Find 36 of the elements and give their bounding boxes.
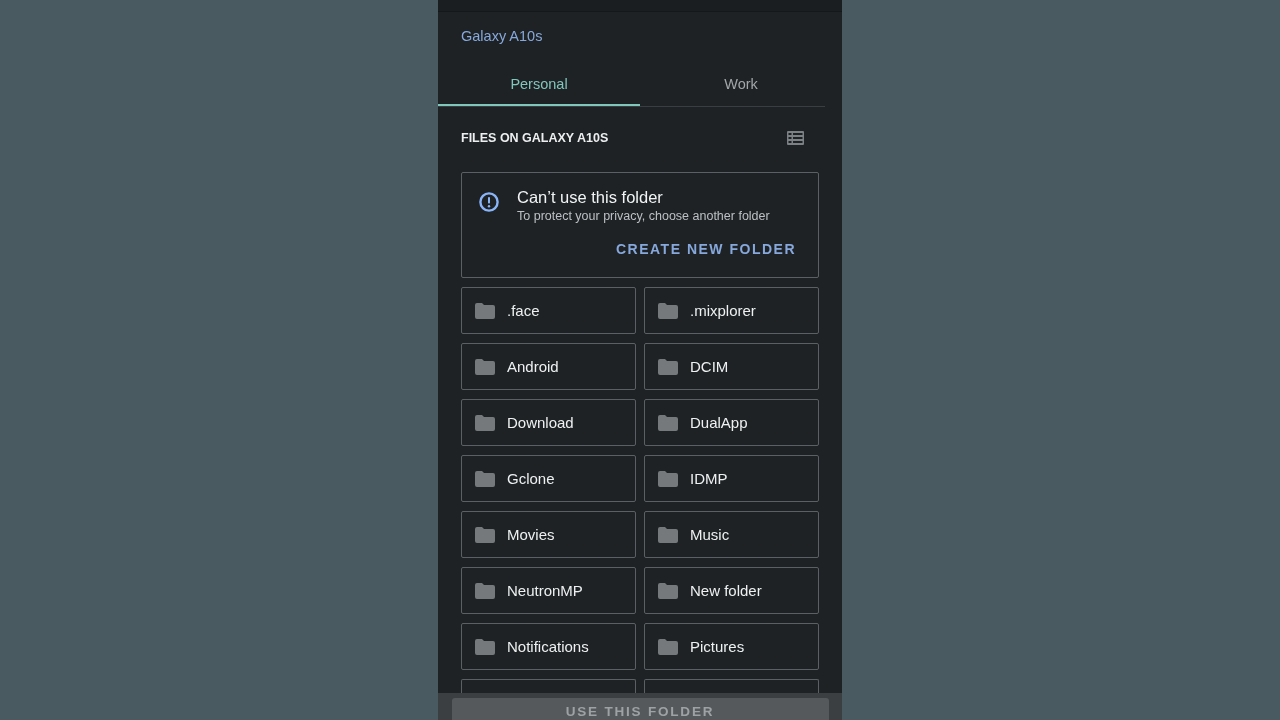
folder-icon [475, 638, 495, 655]
folder-tile[interactable]: IDMP [644, 455, 819, 502]
folder-icon [658, 526, 678, 543]
folder-icon [475, 302, 495, 319]
list-view-icon[interactable] [787, 131, 804, 145]
folder-icon [475, 582, 495, 599]
folder-tile[interactable]: DCIM [644, 343, 819, 390]
folder-tile[interactable]: Movies [461, 511, 636, 558]
folder-icon [475, 358, 495, 375]
folder-tile[interactable]: Pictures [644, 623, 819, 670]
folder-tile[interactable]: .mixplorer [644, 287, 819, 334]
tab[interactable]: Work [640, 60, 842, 107]
folder-icon [658, 638, 678, 655]
warning-icon [479, 192, 499, 212]
device-title: Galaxy A10s [461, 28, 543, 44]
folder-tile[interactable]: Notifications [461, 623, 636, 670]
notice-message: To protect your privacy, choose another folder [517, 208, 770, 225]
section-heading: FILES ON GALAXY A10S [461, 131, 609, 145]
folder-icon [658, 470, 678, 487]
create-folder-button[interactable]: CREATE NEW FOLDER [616, 239, 796, 259]
folder-icon [475, 470, 495, 487]
folder-tile[interactable]: New folder [644, 567, 819, 614]
folder-icon [475, 414, 495, 431]
folder-tile[interactable]: Android [461, 343, 636, 390]
folder-tile[interactable]: Download [461, 399, 636, 446]
folder-tile[interactable]: .face [461, 287, 636, 334]
folder-tile[interactable]: NeutronMP [461, 567, 636, 614]
notice-title: Can’t use this folder [517, 187, 664, 207]
folder-icon [475, 526, 495, 543]
folder-icon [658, 302, 678, 319]
folder-tile[interactable]: Music [644, 511, 819, 558]
folder-tile[interactable]: Gclone [461, 455, 636, 502]
folder-tile[interactable]: DualApp [644, 399, 819, 446]
folder-icon [658, 358, 678, 375]
folder-icon [658, 414, 678, 431]
folder-icon [658, 582, 678, 599]
